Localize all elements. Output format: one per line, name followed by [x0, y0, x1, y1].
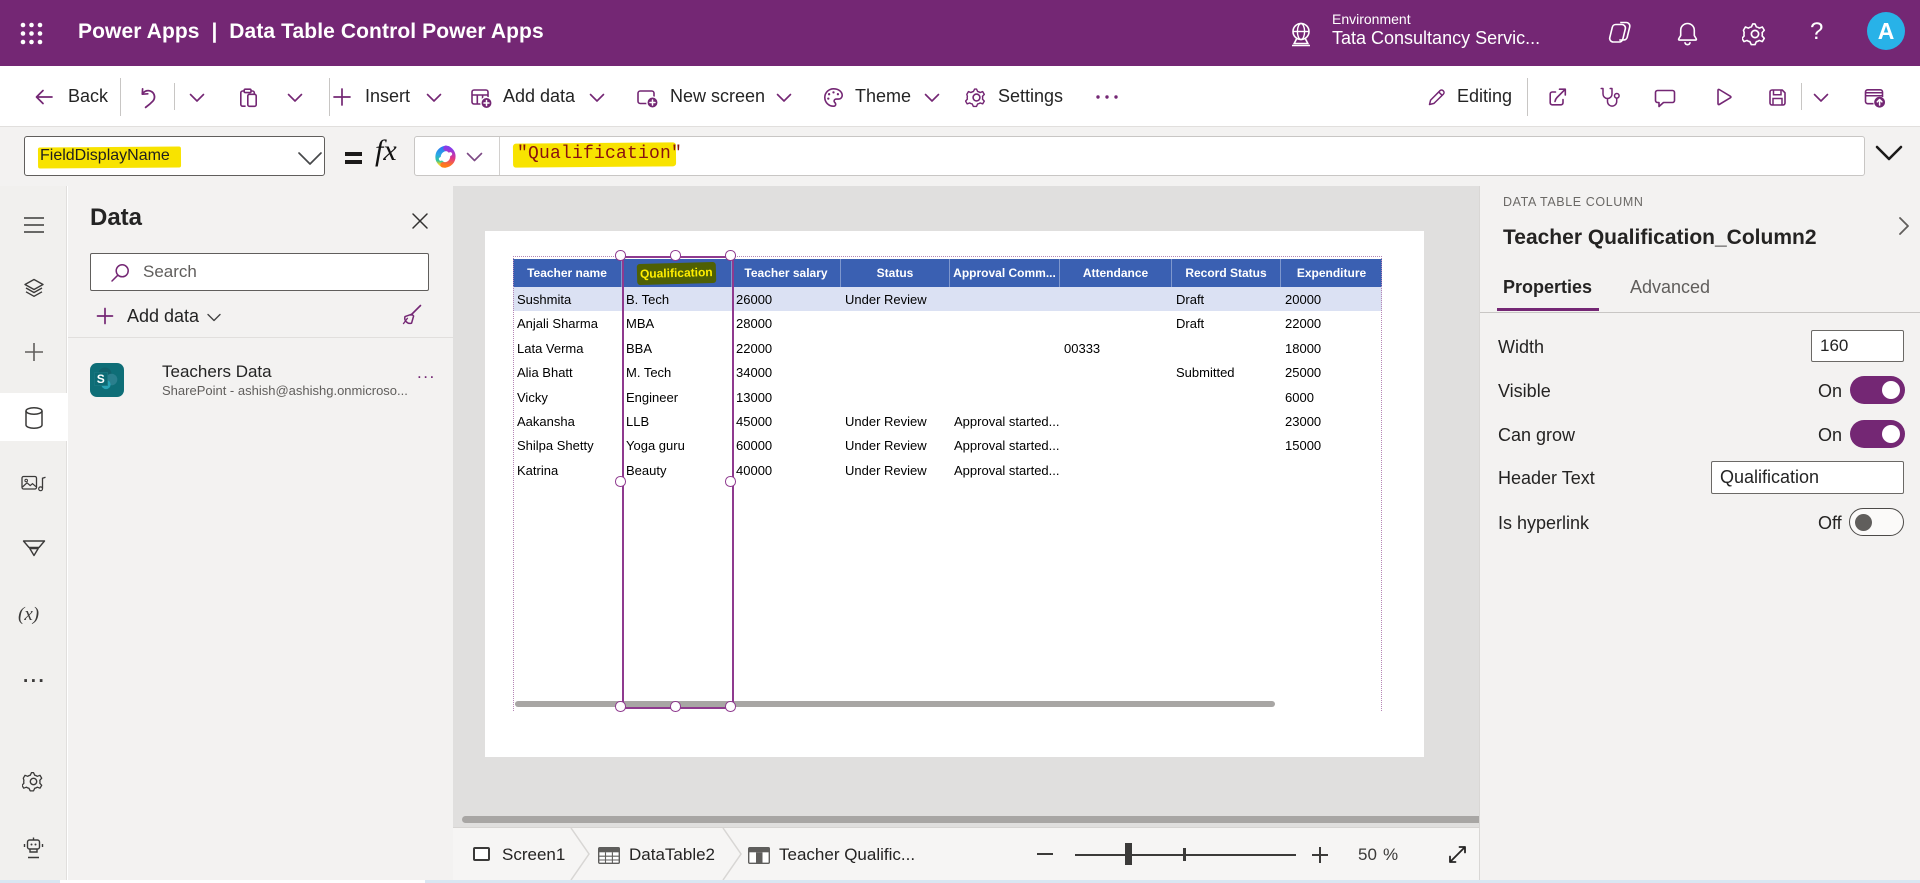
svg-text:S: S — [97, 372, 105, 386]
